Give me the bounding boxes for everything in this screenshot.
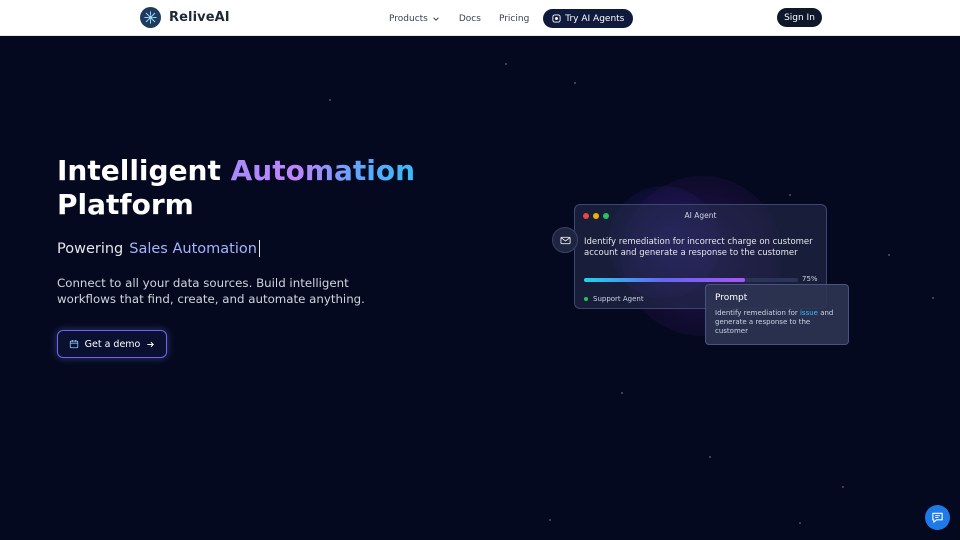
tagline-highlight: Sales Automation [129, 240, 257, 257]
agent-status: Support Agent [584, 295, 644, 303]
chat-bubble-icon [932, 512, 943, 523]
get-demo-label: Get a demo [84, 338, 141, 350]
background-star [549, 519, 551, 521]
tagline-prefix: Powering [57, 240, 124, 257]
background-star [329, 99, 331, 101]
arrow-right-icon [147, 341, 155, 347]
nav-products-dropdown[interactable]: Products [389, 10, 440, 28]
prompt-text: Identify remediation for issue and gener… [715, 309, 843, 336]
prompt-card: Prompt Identify remediation for issue an… [705, 284, 849, 345]
try-ai-agents-button[interactable]: Try AI Agents [543, 9, 634, 28]
brain-network-icon [140, 7, 161, 28]
background-star [842, 486, 844, 488]
status-dot-icon [584, 297, 588, 301]
task-progress-label: 75% [802, 275, 818, 283]
background-star [621, 392, 623, 394]
hero-title: Intelligent Automation Platform [57, 154, 415, 222]
typing-cursor [258, 240, 261, 257]
agent-name: Support Agent [593, 295, 644, 303]
mail-icon [559, 236, 571, 244]
task-progress-fill [584, 278, 745, 282]
prompt-text-highlight: issue [799, 309, 818, 317]
main-nav: Products Docs Pricing Try AI Agents [389, 9, 634, 28]
nav-pricing-link[interactable]: Pricing [499, 10, 529, 28]
try-ai-agents-label: Try AI Agents [565, 13, 625, 24]
hero-tagline: Powering Sales Automation [57, 240, 261, 257]
sign-in-button[interactable]: Sign In [777, 8, 822, 27]
chevron-down-icon [433, 16, 439, 21]
hero-title-line2: Platform [57, 188, 194, 221]
background-star [709, 456, 711, 458]
brand-link[interactable]: ReliveAI [140, 7, 230, 28]
hero-subtitle: Connect to all your data sources. Build … [57, 276, 365, 306]
prompt-text-before: Identify remediation for [715, 309, 798, 317]
background-star [888, 254, 890, 256]
nav-docs-link[interactable]: Docs [459, 10, 481, 28]
calendar-icon [69, 340, 78, 349]
background-star [574, 82, 576, 84]
chat-widget-button[interactable] [925, 505, 950, 530]
site-header: ReliveAI Products Docs Pricing Try AI Ag… [0, 0, 960, 36]
brand-name: ReliveAI [169, 10, 230, 25]
background-star [505, 63, 507, 65]
background-star [799, 522, 801, 524]
mail-icon-bubble [552, 227, 578, 253]
task-progress-bar [584, 278, 798, 282]
get-demo-button[interactable]: Get a demo [57, 330, 167, 358]
hero-title-word: Intelligent [57, 154, 221, 187]
prompt-title: Prompt [715, 293, 748, 303]
agent-card-title: AI Agent [684, 211, 717, 220]
hero-title-highlight: Automation [230, 154, 416, 187]
background-star [932, 297, 934, 299]
background-star [789, 194, 791, 196]
nav-products-label: Products [389, 13, 428, 24]
agent-icon [552, 14, 561, 23]
agent-task-text: Identify remediation for incorrect charg… [584, 237, 813, 258]
